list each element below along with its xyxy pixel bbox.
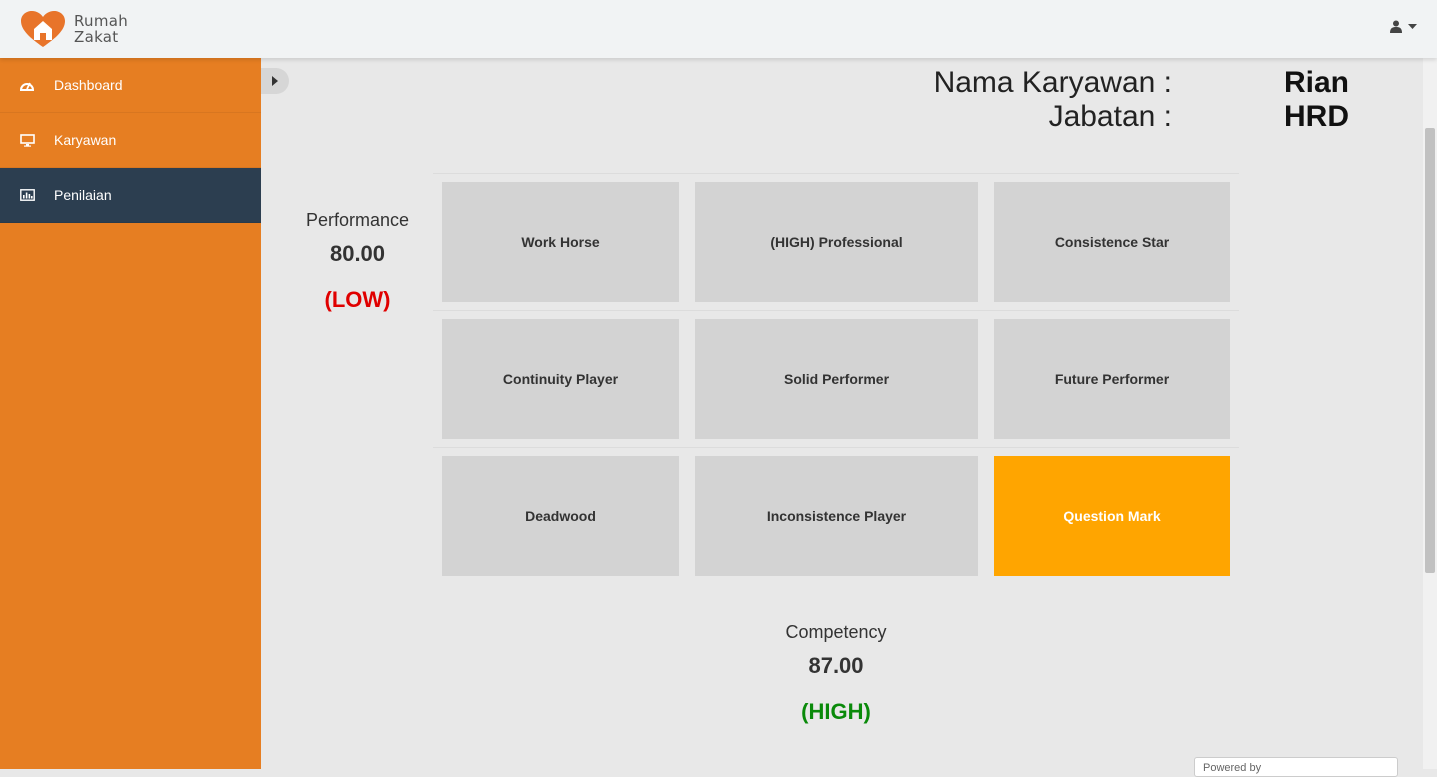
grid-cell-solid-performer: Solid Performer (695, 319, 978, 439)
logo-heart-house-icon (21, 11, 65, 47)
employee-position-label: Jabatan : (1048, 100, 1172, 133)
user-icon (1390, 20, 1402, 33)
top-navbar: Rumah Zakat (0, 0, 1437, 58)
grid-divider (433, 310, 1239, 311)
sidebar-toggle-button[interactable] (261, 68, 289, 94)
page-scrollbar[interactable] (1423, 58, 1437, 769)
sidebar-item-label: Karyawan (54, 132, 117, 148)
sidebar-item-label: Dashboard (54, 77, 123, 93)
grid-cell-continuity-player: Continuity Player (442, 319, 679, 439)
logo-text: Rumah Zakat (74, 13, 128, 45)
powered-by-text: Powered by (1203, 762, 1262, 774)
monitor-icon (0, 133, 54, 147)
grid-cell-future-performer: Future Performer (994, 319, 1230, 439)
grid-cell-consistence-star: Consistence Star (994, 182, 1230, 302)
logo-line-1: Rumah (74, 12, 129, 30)
grid-divider (433, 173, 1239, 174)
bar-chart-icon (0, 189, 54, 201)
employee-position-value: HRD (1284, 100, 1349, 133)
powered-by-badge[interactable]: Powered by (1194, 757, 1398, 777)
grid-cell-high-professional: (HIGH) Professional (695, 182, 978, 302)
logo-line-2: Zakat (74, 28, 119, 46)
sidebar: Dashboard Karyawan Penilaian (0, 58, 261, 769)
employee-name-label: Nama Karyawan : (933, 66, 1172, 99)
caret-down-icon (1408, 23, 1417, 29)
sidebar-item-penilaian[interactable]: Penilaian (0, 168, 261, 223)
grid-cell-deadwood: Deadwood (442, 456, 679, 576)
employee-info: Nama Karyawan : Rian Jabatan : HRD (880, 66, 1360, 134)
caret-right-icon (272, 76, 278, 86)
dashboard-icon (0, 79, 54, 91)
competency-summary: Competency 87.00 (HIGH) (736, 622, 936, 725)
competency-value: 87.00 (808, 653, 864, 678)
competency-level: (HIGH) (801, 699, 871, 724)
sidebar-item-karyawan[interactable]: Karyawan (0, 113, 261, 168)
grid-cell-question-mark: Question Mark (994, 456, 1230, 576)
performance-label: Performance (305, 210, 410, 230)
grid-cell-inconsistence-player: Inconsistence Player (695, 456, 978, 576)
performance-value: 80.00 (329, 241, 386, 266)
scrollbar-thumb[interactable] (1425, 128, 1435, 573)
sidebar-item-label: Penilaian (54, 187, 112, 203)
user-menu[interactable] (1390, 20, 1417, 33)
performance-summary: Performance 80.00 (LOW) (290, 210, 425, 313)
sidebar-item-dashboard[interactable]: Dashboard (0, 58, 261, 113)
competency-label: Competency (785, 622, 887, 642)
employee-name-value: Rian (1284, 66, 1350, 99)
grid-cell-work-horse: Work Horse (442, 182, 679, 302)
performance-level: (LOW) (324, 287, 391, 312)
grid-divider (433, 447, 1239, 448)
rumah-zakat-logo[interactable]: Rumah Zakat (20, 8, 128, 50)
